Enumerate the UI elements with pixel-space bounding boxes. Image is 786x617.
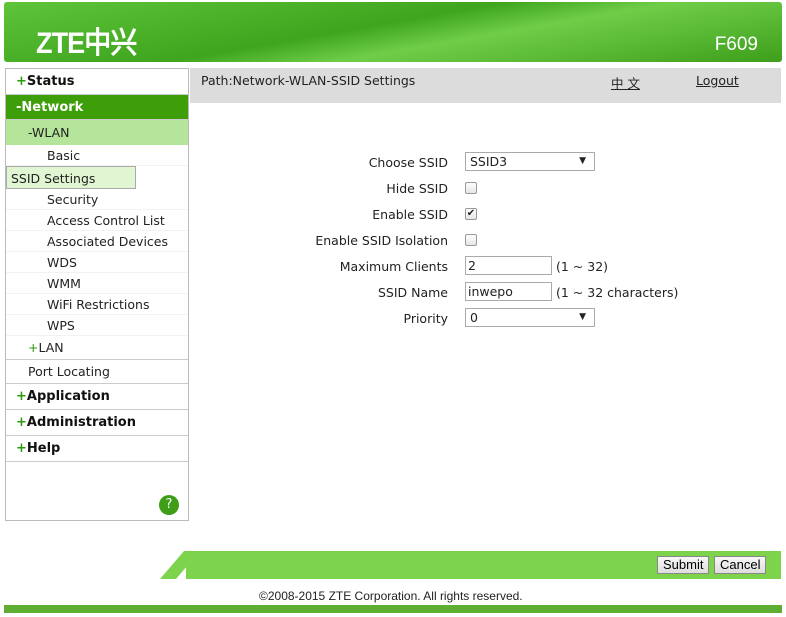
sidebar-item-lan[interactable]: +LAN bbox=[6, 336, 188, 360]
logout-link[interactable]: Logout bbox=[696, 73, 739, 88]
hide-ssid-label: Hide SSID bbox=[386, 181, 448, 196]
max-clients-input[interactable]: 2 bbox=[465, 256, 552, 275]
hide-ssid-row: Hide SSID bbox=[190, 178, 780, 200]
sidebar-label: LAN bbox=[38, 340, 64, 355]
sidebar-item-basic[interactable]: Basic bbox=[6, 145, 188, 166]
sidebar-item-network[interactable]: -Network bbox=[6, 95, 188, 120]
ssid-name-row: SSID Name inwepo (1 ~ 32 characters) bbox=[190, 282, 780, 304]
submit-button[interactable]: Submit bbox=[657, 556, 710, 574]
dropdown-arrow-icon: ▼ bbox=[579, 156, 586, 166]
sidebar-item-access-control-list[interactable]: Access Control List bbox=[6, 210, 188, 231]
plus-icon: + bbox=[16, 74, 27, 89]
isolation-label: Enable SSID Isolation bbox=[315, 233, 448, 248]
plus-icon: + bbox=[16, 441, 27, 456]
select-value: SSID3 bbox=[470, 154, 508, 169]
sidebar-label: Help bbox=[26, 441, 61, 456]
ssid-name-hint: (1 ~ 32 characters) bbox=[556, 285, 679, 300]
sidebar-item-ssid-settings[interactable]: SSID Settings bbox=[6, 166, 136, 189]
ssid-name-input[interactable]: inwepo bbox=[465, 282, 552, 301]
select-value: 0 bbox=[470, 310, 478, 325]
priority-label: Priority bbox=[403, 311, 449, 326]
dropdown-arrow-icon: ▼ bbox=[579, 312, 586, 322]
sidebar: +Status -Network -WLAN Basic SSID Settin… bbox=[5, 68, 189, 521]
sidebar-item-administration[interactable]: +Administration bbox=[6, 410, 188, 436]
priority-row: Priority 0 ▼ bbox=[190, 308, 780, 330]
sidebar-item-security[interactable]: Security bbox=[6, 189, 188, 210]
max-clients-row: Maximum Clients 2 (1 ~ 32) bbox=[190, 256, 780, 278]
ssid-name-label: SSID Name bbox=[377, 285, 448, 300]
sidebar-item-wlan[interactable]: -WLAN bbox=[6, 120, 188, 145]
isolation-row: Enable SSID Isolation bbox=[190, 230, 780, 252]
plus-icon: + bbox=[28, 340, 39, 355]
choose-ssid-select[interactable]: SSID3 ▼ bbox=[465, 152, 595, 171]
sidebar-item-wmm[interactable]: WMM bbox=[6, 273, 188, 294]
sidebar-label: Administration bbox=[26, 415, 136, 430]
sidebar-item-port-locating[interactable]: Port Locating bbox=[6, 360, 188, 384]
sidebar-item-associated-devices[interactable]: Associated Devices bbox=[6, 231, 188, 252]
breadcrumb: Path:Network-WLAN-SSID Settings bbox=[201, 73, 416, 88]
priority-select[interactable]: 0 ▼ bbox=[465, 308, 595, 327]
sidebar-item-help[interactable]: +Help bbox=[6, 436, 188, 462]
plus-icon: + bbox=[16, 415, 27, 430]
choose-ssid-row: Choose SSID SSID3 ▼ bbox=[190, 152, 780, 174]
sidebar-label: Application bbox=[26, 389, 110, 404]
choose-ssid-label: Choose SSID bbox=[368, 155, 448, 170]
enable-ssid-checkbox[interactable]: ✔ bbox=[465, 208, 477, 220]
sidebar-item-wifi-restrictions[interactable]: WiFi Restrictions bbox=[6, 294, 188, 315]
model-name: F609 bbox=[714, 34, 758, 55]
bottom-bar bbox=[4, 605, 782, 613]
sidebar-item-application[interactable]: +Application bbox=[6, 384, 188, 410]
language-link[interactable]: 中 文 bbox=[611, 73, 640, 92]
zte-logo: ZTE中兴 bbox=[36, 27, 137, 60]
sidebar-item-wps[interactable]: WPS bbox=[6, 315, 188, 336]
header-banner: ZTE中兴 F609 bbox=[4, 2, 782, 62]
plus-icon: + bbox=[16, 389, 27, 404]
copyright: ©2008-2015 ZTE Corporation. All rights r… bbox=[259, 589, 523, 603]
max-clients-label: Maximum Clients bbox=[339, 259, 448, 274]
max-clients-hint: (1 ~ 32) bbox=[556, 259, 609, 274]
hide-ssid-checkbox[interactable] bbox=[465, 182, 477, 194]
enable-ssid-label: Enable SSID bbox=[372, 207, 448, 222]
help-icon[interactable]: ? bbox=[159, 495, 179, 515]
sidebar-item-wds[interactable]: WDS bbox=[6, 252, 188, 273]
enable-ssid-row: Enable SSID ✔ bbox=[190, 204, 780, 226]
sidebar-label: Status bbox=[26, 74, 75, 89]
cancel-button[interactable]: Cancel bbox=[714, 556, 767, 574]
isolation-checkbox[interactable] bbox=[465, 234, 477, 246]
sidebar-item-status[interactable]: +Status bbox=[6, 69, 188, 95]
path-bar: Path:Network-WLAN-SSID Settings 中 文 Logo… bbox=[190, 68, 781, 103]
